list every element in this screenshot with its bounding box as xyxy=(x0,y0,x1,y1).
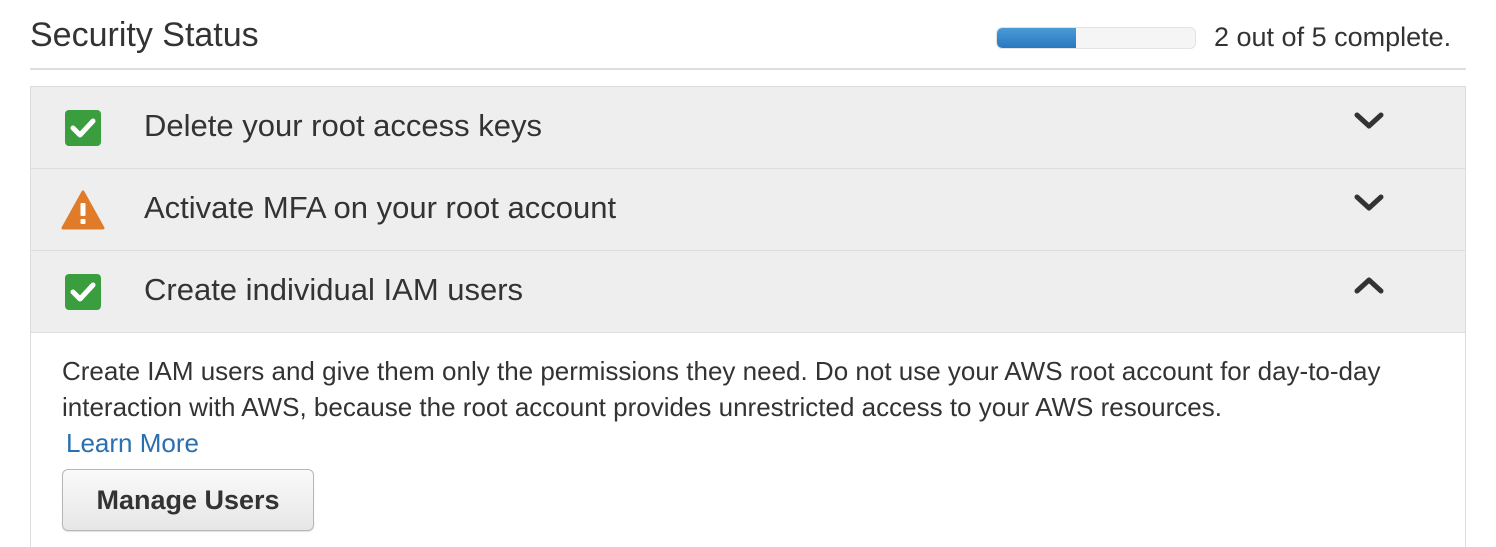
checklist-item-delete-root-keys[interactable]: Delete your root access keys xyxy=(31,87,1465,169)
chevron-down-icon[interactable] xyxy=(1352,189,1386,217)
check-icon xyxy=(65,274,101,310)
security-checklist: Delete your root access keys Activate MF… xyxy=(30,86,1466,547)
page-title: Security Status xyxy=(30,16,259,54)
checklist-item-activate-mfa[interactable]: Activate MFA on your root account xyxy=(31,169,1465,251)
chevron-up-icon[interactable] xyxy=(1352,271,1386,299)
checklist-item-create-iam-users[interactable]: Create individual IAM users xyxy=(31,251,1465,333)
checklist-item-detail: Create IAM users and give them only the … xyxy=(31,333,1465,547)
checklist-item-label: Create individual IAM users xyxy=(144,272,524,307)
progress-bar-fill xyxy=(997,28,1077,48)
chevron-down-icon[interactable] xyxy=(1352,107,1386,135)
check-icon xyxy=(65,110,101,146)
checklist-item-label: Delete your root access keys xyxy=(144,108,543,143)
progress-bar xyxy=(996,27,1196,49)
manage-users-button[interactable]: Manage Users xyxy=(62,469,314,531)
security-status-panel: Security Status 2 out of 5 complete. Del… xyxy=(30,0,1466,547)
security-status-header: Security Status 2 out of 5 complete. xyxy=(30,0,1466,70)
warning-icon xyxy=(61,190,105,230)
learn-more-link[interactable]: Learn More xyxy=(66,428,199,458)
detail-description: Create IAM users and give them only the … xyxy=(62,353,1442,461)
detail-description-text: Create IAM users and give them only the … xyxy=(62,356,1381,422)
progress-text: 2 out of 5 complete. xyxy=(1214,22,1452,52)
checklist-item-label: Activate MFA on your root account xyxy=(144,190,617,225)
